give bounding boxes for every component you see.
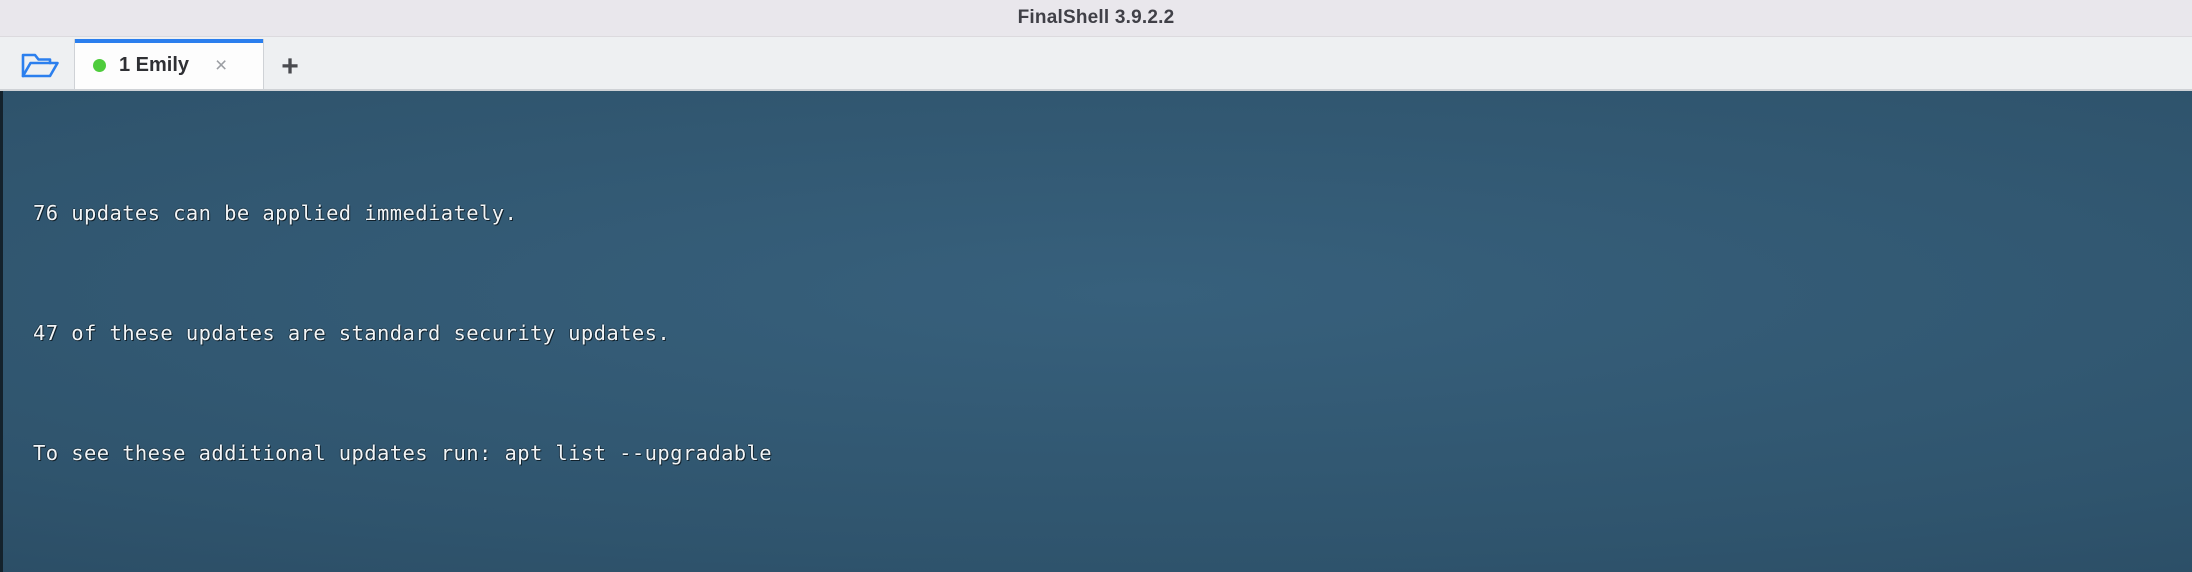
folder-open-icon bbox=[20, 49, 60, 86]
close-icon[interactable]: × bbox=[215, 55, 227, 76]
tab-label: 1 Emily bbox=[119, 53, 190, 76]
open-folder-button[interactable] bbox=[6, 44, 74, 91]
plus-icon: + bbox=[281, 50, 299, 83]
new-tab-button[interactable]: + bbox=[264, 44, 316, 91]
finalshell-window: FinalShell 3.9.2.2 1 Emily × + 76 update… bbox=[0, 0, 2192, 572]
window-title: FinalShell 3.9.2.2 bbox=[1017, 7, 1175, 28]
terminal-line: 76 updates can be applied immediately. bbox=[33, 201, 518, 225]
tab-bar: 1 Emily × + bbox=[0, 36, 2192, 91]
terminal-tab-1[interactable]: 1 Emily × bbox=[74, 39, 264, 91]
title-bar: FinalShell 3.9.2.2 bbox=[0, 0, 2192, 36]
terminal-output: 76 updates can be applied immediately. 4… bbox=[3, 91, 2192, 572]
tab-status-dot bbox=[93, 58, 106, 72]
tab-active-indicator bbox=[75, 39, 263, 43]
terminal-pane[interactable]: 76 updates can be applied immediately. 4… bbox=[0, 91, 2192, 572]
terminal-line: To see these additional updates run: apt… bbox=[33, 441, 773, 465]
terminal-line: 47 of these updates are standard securit… bbox=[33, 321, 671, 345]
